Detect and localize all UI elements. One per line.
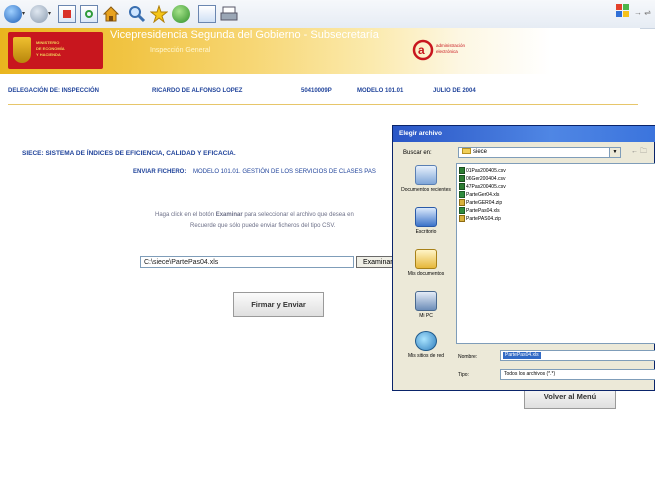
csv-file-icon bbox=[459, 183, 465, 190]
back-arrow-icon[interactable]: ← 🗀 bbox=[631, 147, 647, 158]
coat-of-arms-icon bbox=[13, 37, 31, 63]
file-name-label: Nombre: bbox=[458, 354, 478, 360]
file-path-input[interactable]: C:\siece\PartePas04.xls bbox=[140, 256, 354, 268]
banner-subtitle: Inspección General bbox=[150, 47, 211, 54]
my-computer-icon bbox=[415, 291, 437, 311]
place-label: Mis documentos bbox=[407, 271, 445, 277]
file-item[interactable]: 06Ger200404.csv bbox=[459, 175, 505, 183]
ministry-line: MINISTERIO bbox=[36, 40, 60, 45]
chevron-down-icon[interactable]: ▼ bbox=[609, 148, 620, 157]
csv-file-icon bbox=[459, 167, 465, 174]
file-name: 01Pas200405.csv bbox=[466, 168, 506, 174]
browse-button[interactable]: Examinar... bbox=[356, 256, 396, 268]
send-file-label: ENVIAR FICHERO: bbox=[133, 169, 187, 175]
page-title: SIECE: SISTEMA DE ÍNDICES DE EFICIENCIA,… bbox=[22, 150, 236, 157]
help-text-line1: Haga click en el botón Examinar para sel… bbox=[155, 212, 354, 218]
network-icon bbox=[415, 331, 437, 351]
home-icon[interactable] bbox=[102, 5, 120, 23]
ae-logo-line: electrónica bbox=[436, 49, 458, 54]
place-desktop[interactable]: Escritorio bbox=[398, 207, 454, 235]
place-label: Escritorio bbox=[415, 229, 437, 235]
file-name: PartePAS04.zip bbox=[466, 216, 501, 222]
back-icon[interactable] bbox=[4, 5, 22, 23]
csv-file-icon bbox=[459, 175, 465, 182]
divider bbox=[8, 104, 638, 105]
back-dropdown-icon[interactable]: ▾ bbox=[22, 5, 28, 23]
file-name: ParteGer04.xls bbox=[466, 192, 500, 198]
places-bar: Documentos recientes Escritorio Mis docu… bbox=[398, 163, 454, 366]
file-item[interactable]: PartePAS04.zip bbox=[459, 215, 501, 223]
look-in-label: Buscar en: bbox=[403, 150, 432, 156]
windows-logo-icon bbox=[616, 4, 630, 18]
model-label: MODELO 101.01 bbox=[357, 88, 404, 94]
place-label: Mis sitios de red bbox=[407, 353, 445, 359]
help-text-line2: Recuerde que sólo puede enviar ficheros … bbox=[190, 223, 336, 229]
at-sign-icon: a bbox=[412, 39, 434, 61]
send-file-description: MODELO 101.01. GESTIÓN DE LOS SERVICIOS … bbox=[193, 169, 376, 175]
date-label: JULIO DE 2004 bbox=[433, 88, 476, 94]
refresh-icon[interactable] bbox=[80, 5, 98, 23]
ministry-line: DE ECONOMÍA bbox=[36, 46, 65, 51]
banner-title: Vicepresidencia Segunda del Gobierno - S… bbox=[110, 29, 379, 41]
file-list[interactable]: 01Pas200405.csv 06Ger200404.csv 47Pas200… bbox=[456, 163, 655, 344]
ae-logo-line: administración bbox=[436, 43, 466, 48]
recent-documents-icon bbox=[415, 165, 437, 185]
file-type-select[interactable]: Todos los archivos (*.*) bbox=[500, 369, 655, 380]
file-name: PartePas04.xls bbox=[466, 208, 500, 214]
place-recent-documents[interactable]: Documentos recientes bbox=[398, 165, 454, 193]
svg-text:a: a bbox=[418, 43, 425, 57]
file-item[interactable]: 01Pas200405.csv bbox=[459, 167, 506, 175]
zip-file-icon bbox=[459, 199, 465, 206]
file-type-label: Tipo: bbox=[458, 372, 469, 378]
stop-icon[interactable] bbox=[58, 5, 76, 23]
ministry-line: Y HACIENDA bbox=[36, 52, 61, 57]
place-my-computer[interactable]: Mi PC bbox=[398, 291, 454, 319]
my-documents-icon bbox=[415, 249, 437, 269]
administracion-electronica-logo: a administración electrónica bbox=[412, 36, 480, 64]
file-item[interactable]: 47Pas200405.csv bbox=[459, 183, 506, 191]
mail-icon[interactable] bbox=[198, 5, 216, 23]
favorites-icon[interactable] bbox=[149, 4, 169, 24]
help-text: para seleccionar el archivo que desea en bbox=[242, 212, 354, 218]
place-my-documents[interactable]: Mis documentos bbox=[398, 249, 454, 277]
history-icon[interactable] bbox=[172, 5, 190, 23]
xls-file-icon bbox=[459, 207, 465, 214]
ministry-logo: MINISTERIO DE ECONOMÍA Y HACIENDA bbox=[8, 32, 103, 69]
session-info-bar: DELEGACIÓN DE: INSPECCIÓN RICARDO DE ALF… bbox=[0, 88, 640, 100]
place-network[interactable]: Mis sitios de red bbox=[398, 331, 454, 359]
search-icon[interactable] bbox=[128, 5, 146, 23]
file-chooser-dialog: Elegir archivo Buscar en: siece ▼ ← 🗀 Do… bbox=[392, 125, 655, 391]
look-in-select[interactable]: siece ▼ bbox=[458, 147, 621, 158]
toolbar-chevron-icon[interactable]: → ⇌ bbox=[634, 5, 652, 23]
delegation-label: DELEGACIÓN DE: INSPECCIÓN bbox=[8, 88, 100, 94]
file-item[interactable]: ParteGER04.zip bbox=[459, 199, 502, 207]
forward-dropdown-icon[interactable]: ▾ bbox=[48, 5, 54, 23]
file-item[interactable]: PartePas04.xls bbox=[459, 207, 500, 215]
site-banner: MINISTERIO DE ECONOMÍA Y HACIENDA Vicepr… bbox=[0, 28, 640, 74]
print-icon[interactable] bbox=[220, 5, 238, 23]
file-name: 47Pas200405.csv bbox=[466, 184, 506, 190]
look-in-value: siece bbox=[473, 149, 488, 155]
desktop-icon bbox=[415, 207, 437, 227]
file-name-input[interactable]: PartePas04.xls bbox=[500, 350, 655, 361]
place-label: Documentos recientes bbox=[401, 187, 451, 193]
file-name-value: PartePas04.xls bbox=[503, 352, 541, 359]
zip-file-icon bbox=[459, 215, 465, 222]
help-text: Haga click en el botón bbox=[155, 212, 216, 218]
dialog-title: Elegir archivo bbox=[393, 126, 655, 142]
browser-toolbar: ▾ ▾ → ⇌ bbox=[0, 0, 655, 29]
help-text-emphasis: Examinar bbox=[215, 212, 243, 218]
user-name: RICARDO DE ALFONSO LOPEZ bbox=[152, 88, 243, 94]
file-name: 06Ger200404.csv bbox=[466, 176, 506, 182]
place-label: Mi PC bbox=[419, 313, 433, 319]
user-code: 50410009P bbox=[301, 88, 332, 94]
forward-icon[interactable] bbox=[30, 5, 48, 23]
sign-and-send-button[interactable]: Firmar y Enviar bbox=[233, 292, 324, 317]
folder-icon bbox=[462, 148, 471, 155]
file-name: ParteGER04.zip bbox=[466, 200, 503, 206]
xls-file-icon bbox=[459, 191, 465, 198]
file-item[interactable]: ParteGer04.xls bbox=[459, 191, 499, 199]
